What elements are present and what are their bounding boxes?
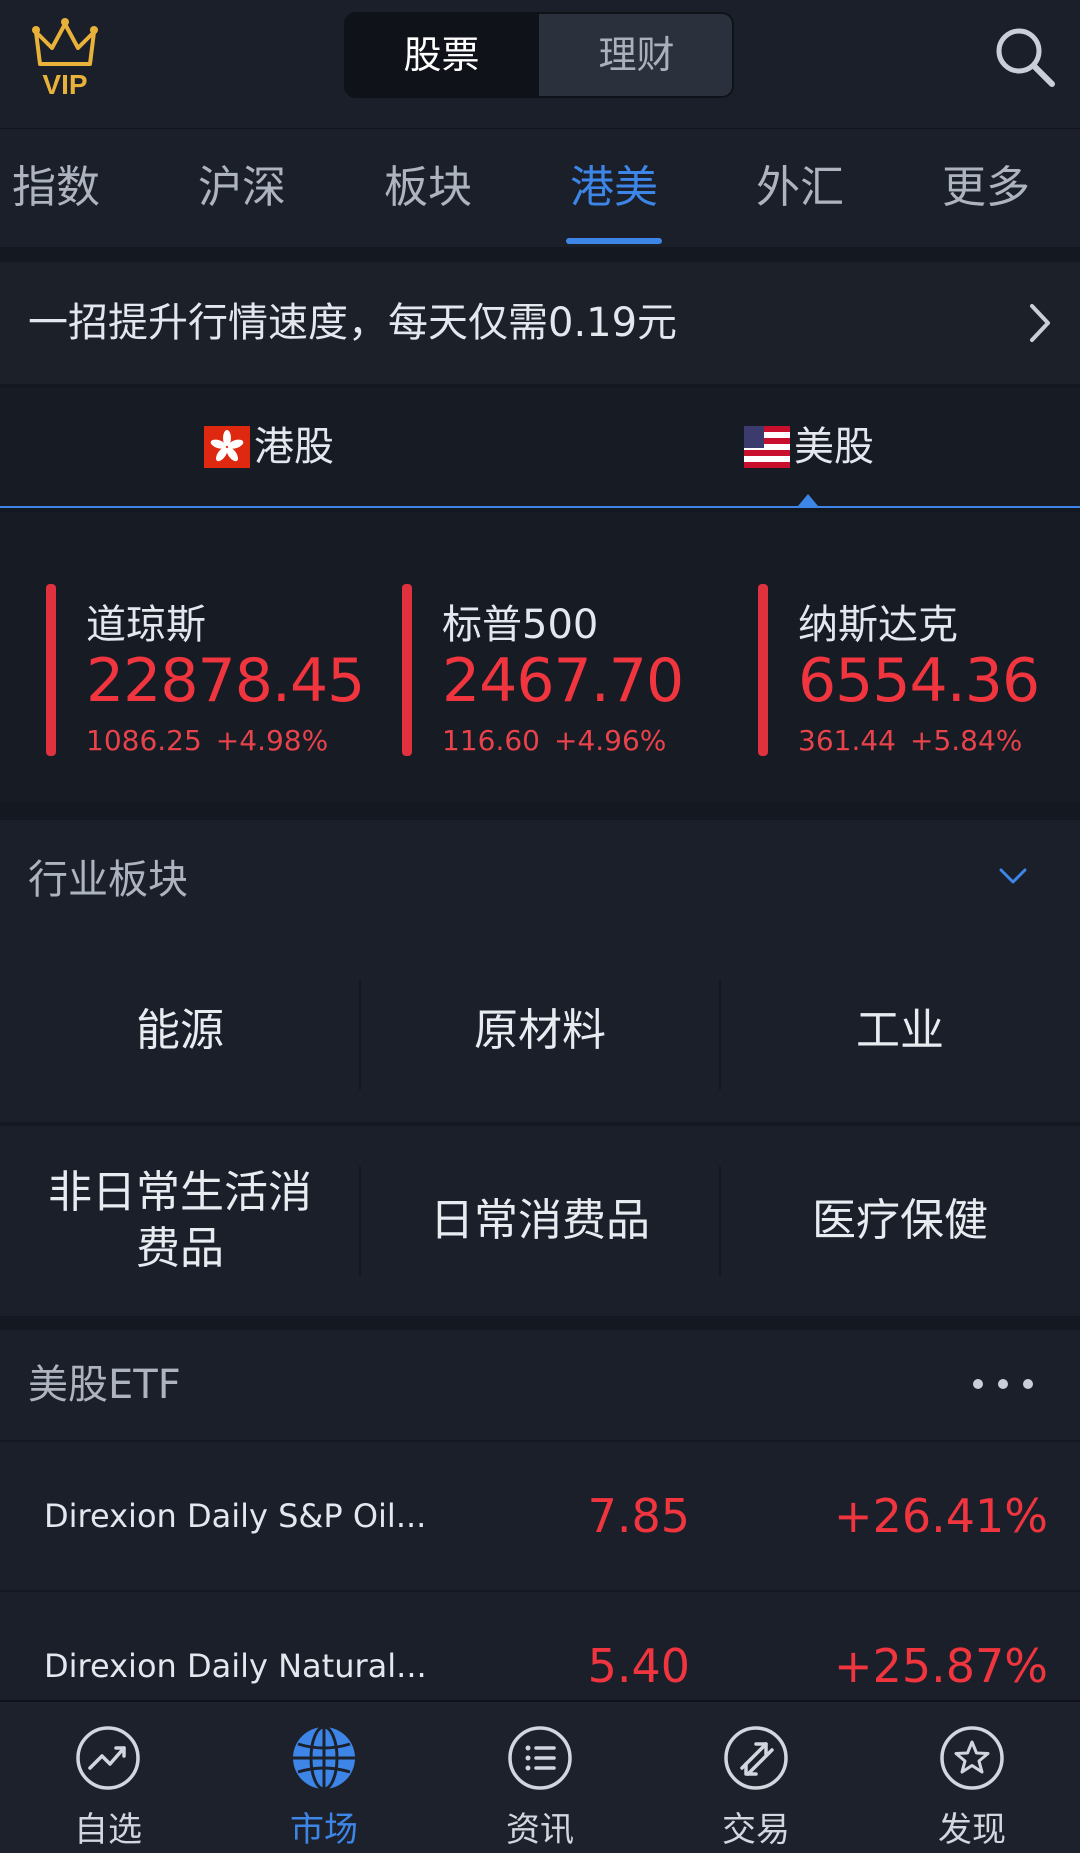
sector-title: 行业板块: [28, 857, 188, 903]
index-change-points: 116.60: [442, 724, 540, 757]
star-icon: [940, 1726, 1004, 1790]
index-name: 标普500: [442, 602, 599, 648]
etf-title: 美股ETF: [28, 1362, 181, 1408]
etf-section-header: 美股ETF: [0, 1330, 1080, 1442]
search-button[interactable]: [992, 24, 1056, 88]
list-icon: [508, 1726, 572, 1790]
index-name: 道琼斯: [86, 602, 206, 648]
index-change: 361.44 +5.84%: [798, 724, 1036, 757]
globe-icon: [293, 1725, 355, 1791]
crown-icon: VIP: [32, 18, 98, 100]
market-hk-tab[interactable]: 港股: [204, 388, 334, 506]
us-flag-icon: [744, 426, 790, 468]
nav-news[interactable]: 资讯: [432, 1702, 648, 1853]
etf-percent: +26.41%: [834, 1489, 1048, 1543]
etf-price: 7.85: [587, 1489, 690, 1543]
market-hk-label: 港股: [254, 424, 334, 470]
index-name: 纳斯达克: [798, 602, 958, 648]
nav-watchlist[interactable]: 自选: [0, 1702, 216, 1853]
index-change-points: 1086.25: [86, 724, 202, 757]
etf-name: Direxion Daily S&P Oil...: [44, 1497, 427, 1535]
market-switch: 港股 美股: [0, 388, 1080, 508]
index-indicator-bar: [46, 584, 56, 756]
market-us-label: 美股: [794, 424, 874, 470]
sector-section-header[interactable]: 行业板块: [0, 820, 1080, 940]
sector-materials[interactable]: 原材料: [360, 940, 720, 1122]
index-value: 6554.36: [798, 646, 1040, 716]
index-card-sp500[interactable]: 标普500 2467.70 116.60 +4.96%: [402, 584, 722, 759]
vip-crown-button[interactable]: VIP: [30, 14, 100, 100]
active-market-pointer: [798, 494, 818, 506]
segment-wealth[interactable]: 理财: [539, 12, 734, 98]
index-indicator-bar: [758, 584, 768, 756]
market-tabs: 指数 沪深 板块 港美 外汇 更多: [0, 128, 1080, 247]
sector-industrials[interactable]: 工业: [720, 940, 1080, 1122]
index-card-dow[interactable]: 道琼斯 22878.45 1086.25 +4.98%: [46, 584, 366, 759]
index-change: 1086.25 +4.98%: [86, 724, 342, 757]
segment-control: 股票 理财: [344, 12, 734, 98]
sector-consumer-discretionary[interactable]: 非日常生活消费品: [28, 1126, 332, 1316]
search-icon: [996, 28, 1055, 87]
nav-label: 发现: [938, 1810, 1006, 1850]
nav-label: 自选: [74, 1810, 142, 1850]
vip-label: VIP: [42, 69, 87, 98]
index-value: 22878.45: [86, 646, 365, 716]
nav-label: 交易: [722, 1810, 790, 1850]
trade-icon: [724, 1726, 788, 1790]
chevron-right-icon: [1030, 304, 1050, 342]
index-value: 2467.70: [442, 646, 684, 716]
bottom-nav: 自选 市场 资讯 交易 发现: [0, 1700, 1080, 1853]
tab-shanghai-shenzhen[interactable]: 沪深: [162, 129, 322, 247]
chevron-down-icon[interactable]: [998, 866, 1028, 886]
index-indicator-bar: [402, 584, 412, 756]
segment-stocks[interactable]: 股票: [344, 12, 539, 98]
nav-trade[interactable]: 交易: [648, 1702, 864, 1853]
hk-flag-icon: [204, 426, 250, 468]
sector-consumer-staples[interactable]: 日常消费品: [360, 1126, 720, 1316]
trend-chart-icon: [76, 1726, 140, 1790]
tab-index[interactable]: 指数: [0, 129, 136, 247]
promo-text: 一招提升行情速度，每天仅需0.19元: [28, 300, 678, 346]
index-card-nasdaq[interactable]: 纳斯达克 6554.36 361.44 +5.84%: [758, 584, 1078, 759]
index-change-percent: +4.96%: [553, 724, 667, 757]
market-us-tab[interactable]: 美股: [744, 388, 874, 506]
index-change-percent: +4.98%: [215, 724, 329, 757]
nav-market[interactable]: 市场: [216, 1702, 432, 1853]
sector-healthcare[interactable]: 医疗保健: [720, 1126, 1080, 1316]
tab-more[interactable]: 更多: [906, 129, 1066, 247]
etf-row[interactable]: Direxion Daily S&P Oil... 7.85 +26.41%: [0, 1442, 1080, 1590]
more-dots-icon[interactable]: [970, 1376, 1036, 1392]
top-bar: VIP 股票 理财: [0, 0, 1080, 128]
sector-energy[interactable]: 能源: [0, 940, 360, 1122]
sector-row: 能源 原材料 工业: [0, 940, 1080, 1122]
index-change-percent: +5.84%: [909, 724, 1023, 757]
index-change-points: 361.44: [798, 724, 896, 757]
market-divider: [0, 506, 1080, 508]
sector-row: 非日常生活消费品 日常消费品 医疗保健: [0, 1126, 1080, 1316]
index-change: 116.60 +4.96%: [442, 724, 680, 757]
tab-forex[interactable]: 外汇: [720, 129, 880, 247]
tab-hk-us[interactable]: 港美: [534, 129, 694, 247]
nav-label: 资讯: [506, 1810, 574, 1850]
nav-label: 市场: [290, 1810, 358, 1850]
promo-banner[interactable]: 一招提升行情速度，每天仅需0.19元: [0, 262, 1080, 384]
index-panel: 道琼斯 22878.45 1086.25 +4.98% 标普500 2467.70…: [0, 512, 1080, 802]
tab-sectors[interactable]: 板块: [348, 129, 508, 247]
nav-discover[interactable]: 发现: [864, 1702, 1080, 1853]
active-tab-indicator: [566, 238, 662, 244]
